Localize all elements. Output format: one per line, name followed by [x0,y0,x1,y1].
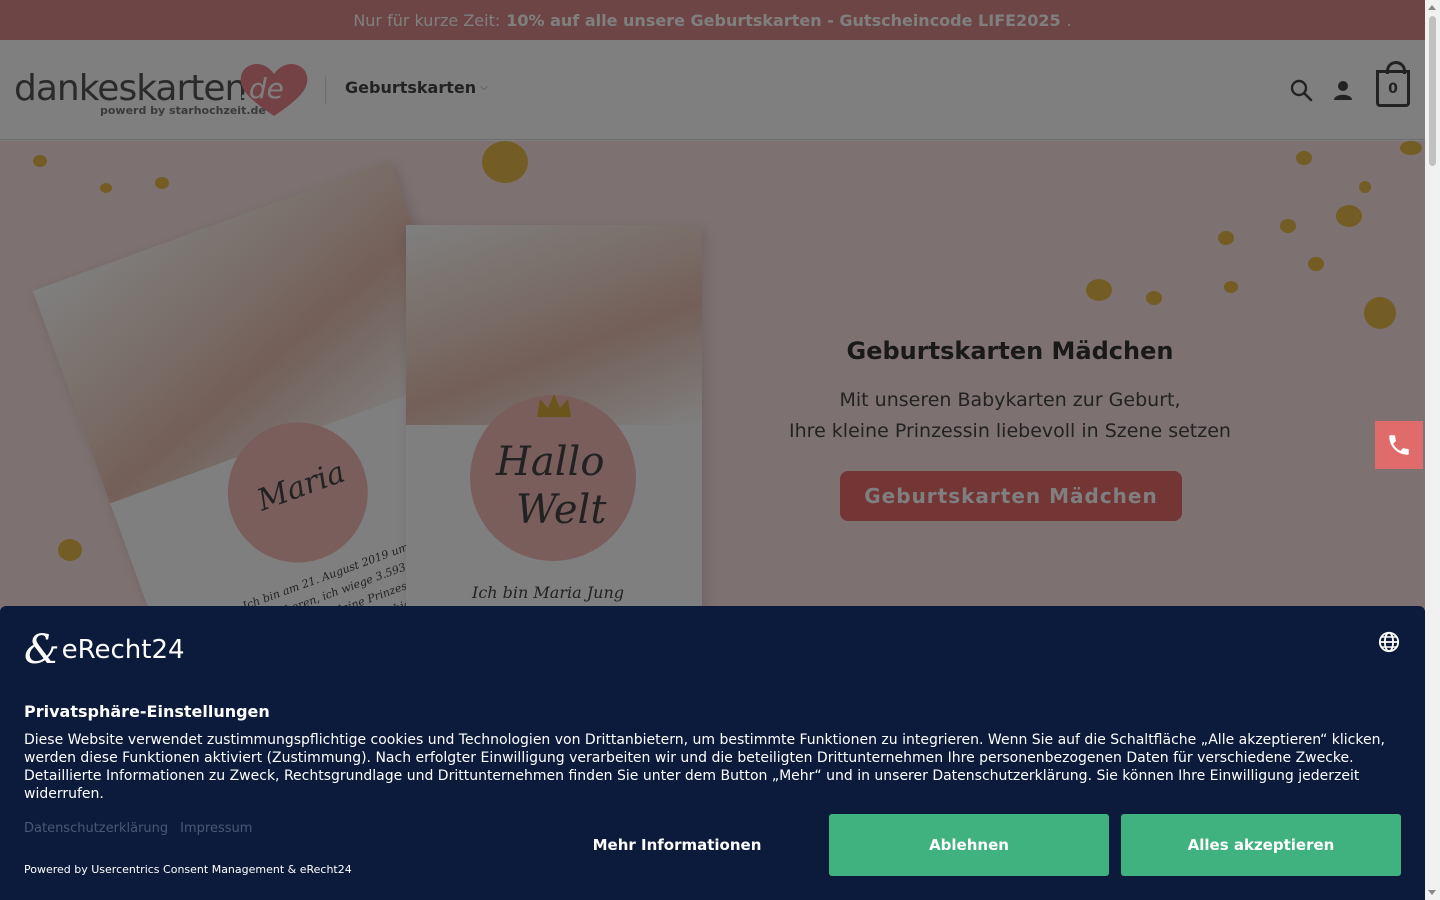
privacy-policy-link[interactable]: Datenschutzerklärung [24,821,168,836]
consent-links: Datenschutzerklärung Impressum [24,821,252,836]
ampersand-logo-icon: & [24,627,60,673]
accept-all-button[interactable]: Alles akzeptieren [1121,814,1401,876]
page-scrollbar[interactable] [1425,0,1440,900]
consent-powered-by: Powered by Usercentrics Consent Manageme… [24,863,352,876]
brand-name: eRecht24 [61,635,185,665]
consent-title: Privatsphäre-Einstellungen [24,702,270,721]
imprint-link[interactable]: Impressum [180,821,252,836]
scrollbar-thumb[interactable] [1429,16,1436,166]
phone-contact-button[interactable] [1375,421,1423,469]
phone-icon [1389,435,1409,455]
consent-description: Diese Website verwendet zustimmungspflic… [24,732,1385,802]
scroll-up-arrow-icon[interactable] [1428,5,1436,10]
cookie-consent-banner: & eRecht24 Privatsphäre-Einstellungen Di… [0,606,1425,900]
erecht24-logo: & eRecht24 [24,630,185,670]
more-info-button[interactable]: Mehr Informationen [537,814,817,876]
language-globe-icon[interactable] [1378,631,1400,653]
scroll-down-arrow-icon[interactable] [1428,890,1436,895]
deny-button[interactable]: Ablehnen [829,814,1109,876]
